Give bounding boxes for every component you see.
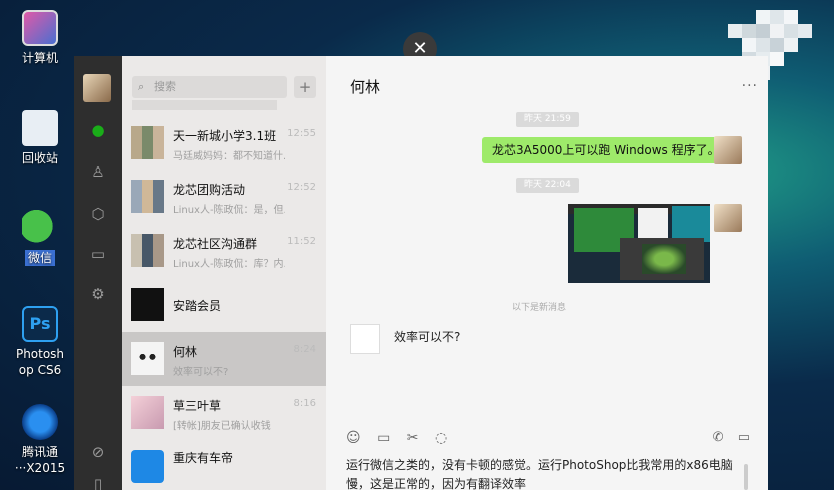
favorites-icon[interactable]: ⬡	[88, 204, 108, 224]
settings-icon[interactable]: ⚙	[88, 284, 108, 304]
list-item[interactable]: 龙芯社区沟通群 Linux人-陈政侃：库？内... 11:52	[122, 224, 326, 278]
conversation-name: 龙芯团购活动	[173, 183, 246, 197]
input-scrollbar[interactable]	[744, 464, 748, 490]
search-placeholder: 搜索	[154, 80, 176, 93]
phone-call-icon[interactable]: ✆	[713, 430, 724, 445]
conversation-time: 8:16	[293, 398, 316, 409]
message-input[interactable]: 运行微信之类的，没有卡顿的感觉。运行PhotoShop比我常用的x86电脑慢，这…	[346, 456, 746, 490]
conversation-time: 12:55	[287, 128, 316, 139]
message-text-other[interactable]: 效率可以不?	[394, 328, 460, 345]
folder-icon[interactable]: ▭	[88, 244, 108, 264]
steering-wheel-avatar	[131, 450, 164, 483]
contact-avatar	[350, 324, 380, 354]
conversation-name: 何林	[173, 345, 198, 359]
phone-icon[interactable]: ▯	[88, 474, 108, 490]
search-icon: ⌕	[138, 80, 145, 93]
chat-title: 何林	[350, 78, 381, 96]
chat-icon[interactable]: ●	[88, 120, 108, 140]
desktop-icon-label: 腾讯通 ···X2015	[14, 445, 66, 475]
desktop-icon-label: 微信	[24, 250, 55, 266]
list-scroll-fragment	[132, 100, 277, 110]
wechat-window: ● ♙ ⬡ ▭ ⚙ ⊘ ▯ ⌕ 搜索 + 天一新城小学3.1班 马廷威妈妈：都不…	[74, 56, 768, 490]
computer-icon	[22, 10, 58, 46]
list-item[interactable]: 龙芯团购活动 Linux人-陈政侃：是，但... 12:52	[122, 170, 326, 224]
desktop: 计算机 回收站 微信 Ps Photosh op CS6 腾讯通 ···X201…	[0, 0, 80, 490]
nav-rail: ● ♙ ⬡ ▭ ⚙ ⊘ ▯	[74, 56, 122, 490]
emoji-icon[interactable]: ☺	[346, 430, 361, 446]
list-item[interactable]: 重庆有车帝	[122, 440, 326, 490]
list-item[interactable]: 安踏会员	[122, 278, 326, 332]
conversation-preview: [转帐]朋友已确认收钱	[173, 421, 271, 432]
desktop-icon-photoshop[interactable]: Ps Photosh op CS6	[0, 306, 80, 378]
conversation-preview: 效率可以不?	[173, 367, 229, 378]
photoshop-icon: Ps	[22, 306, 58, 342]
conversation-preview: Linux人-陈政侃：库？内...	[173, 259, 285, 270]
my-avatar[interactable]	[83, 74, 111, 102]
contacts-icon[interactable]: ♙	[88, 162, 108, 182]
chat-panel: 何林 ··· 昨天 21:59 龙芯3A5000上可以跑 Windows 程序了…	[326, 56, 768, 490]
message-bubble-self[interactable]: 龙芯3A5000上可以跑 Windows 程序了。	[482, 137, 735, 163]
recycle-bin-icon	[22, 110, 58, 146]
group-avatar	[131, 180, 164, 213]
conversation-time: 8:24	[293, 344, 316, 355]
call-toolbar: ✆ ▭	[703, 430, 750, 445]
list-item[interactable]: 天一新城小学3.1班 马廷威妈妈：都不知道什... 12:55	[122, 116, 326, 170]
desktop-icon-label: Photosh op CS6	[15, 347, 65, 377]
conversation-preview: 马廷威妈妈：都不知道什...	[173, 151, 285, 162]
desktop-icon-label: 回收站	[21, 151, 58, 165]
conversation-name: 重庆有车帝	[173, 451, 234, 465]
new-messages-divider: 以下是新消息	[512, 303, 567, 313]
screenshot-image[interactable]	[568, 204, 710, 283]
group-avatar	[131, 234, 164, 267]
chat-history-icon[interactable]: ◌	[435, 430, 447, 446]
brand-avatar	[131, 288, 164, 321]
photo-avatar	[131, 396, 164, 429]
search-input[interactable]: ⌕ 搜索	[132, 76, 287, 98]
list-item[interactable]: 草三叶草 [转帐]朋友已确认收钱 8:16	[122, 386, 326, 440]
conversation-name: 龙芯社区沟通群	[173, 237, 258, 251]
wechat-icon	[22, 210, 58, 246]
folder-icon[interactable]: ▭	[377, 430, 390, 446]
timestamp: 昨天 22:04	[516, 178, 579, 193]
more-options-icon[interactable]: ···	[742, 78, 758, 94]
desktop-icon-wechat[interactable]: 微信	[0, 210, 80, 266]
conversation-name: 草三叶草	[173, 399, 222, 413]
self-avatar	[714, 204, 742, 232]
conversation-preview: Linux人-陈政侃：是，但...	[173, 205, 285, 216]
desktop-icon-rtx[interactable]: 腾讯通 ···X2015	[0, 404, 80, 476]
list-item-active[interactable]: 何林 效率可以不? 8:24	[122, 332, 326, 386]
group-avatar	[131, 126, 164, 159]
conversation-name: 天一新城小学3.1班	[173, 129, 277, 143]
desktop-icon-recycle-bin[interactable]: 回收站	[0, 110, 80, 166]
add-button[interactable]: +	[294, 76, 316, 98]
conversation-list: ⌕ 搜索 + 天一新城小学3.1班 马廷威妈妈：都不知道什... 12:55 龙…	[122, 56, 326, 490]
timestamp: 昨天 21:59	[516, 112, 579, 127]
conversation-name: 安踏会员	[173, 299, 222, 313]
rtx-icon	[22, 404, 58, 440]
desktop-icon-computer[interactable]: 计算机	[0, 10, 80, 66]
video-call-icon[interactable]: ▭	[738, 430, 750, 445]
conversation-time: 11:52	[287, 236, 316, 247]
input-toolbar: ☺ ▭ ✂ ◌	[346, 430, 459, 446]
self-avatar	[714, 136, 742, 164]
scissors-icon[interactable]: ✂	[407, 430, 419, 446]
desktop-icon-label: 计算机	[21, 51, 58, 65]
panda-avatar	[131, 342, 164, 375]
conversation-time: 12:52	[287, 182, 316, 193]
mini-program-icon[interactable]: ⊘	[88, 442, 108, 462]
